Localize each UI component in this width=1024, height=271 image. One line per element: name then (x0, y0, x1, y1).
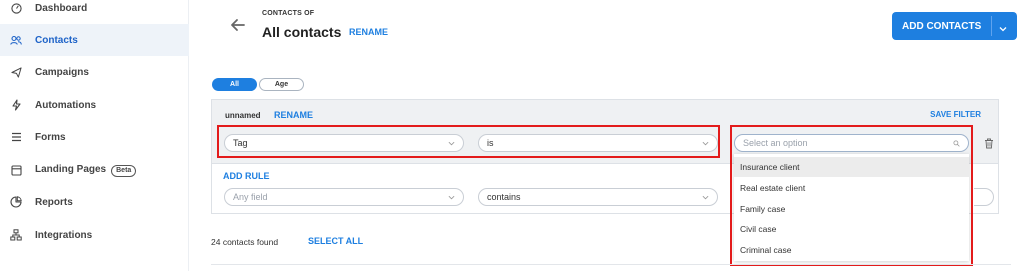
sidebar-item-label: Automations (35, 99, 97, 111)
sidebar-item-forms[interactable]: Forms (0, 121, 189, 153)
beta-badge: Beta (111, 164, 137, 177)
rename-filter-button[interactable]: RENAME (274, 110, 313, 120)
sidebar-item-label: Forms (35, 131, 66, 143)
button-divider (991, 16, 992, 36)
reports-icon (10, 196, 22, 208)
filter-name: unnamed (225, 111, 261, 120)
dashboard-icon (10, 2, 22, 14)
rule2-operator-select[interactable]: contains (478, 188, 718, 206)
chevron-down-icon[interactable] (998, 21, 1008, 32)
sidebar-item-label: Dashboard (35, 2, 88, 14)
automation-icon (10, 99, 22, 111)
add-contacts-label: ADD CONTACTS (902, 20, 982, 32)
chevron-down-icon (448, 195, 455, 200)
landing-page-icon (10, 164, 22, 176)
rule2-operator-value: contains (487, 192, 521, 202)
segment-all[interactable]: All (212, 78, 257, 91)
contacts-count: 24 contacts found (211, 237, 279, 247)
main-content: CONTACTS OF All contacts RENAME ADD CONT… (190, 0, 1024, 271)
save-filter-button[interactable]: SAVE FILTER (930, 110, 981, 119)
sidebar-item-label: Integrations (35, 229, 93, 241)
contacts-icon (10, 34, 22, 46)
sidebar-item-label: Contacts (35, 34, 78, 46)
forms-icon (10, 131, 22, 143)
highlight-rule-fields (217, 125, 720, 158)
send-icon (10, 66, 22, 78)
sidebar-item-campaigns[interactable]: Campaigns (0, 56, 189, 88)
highlight-value-dropdown (730, 125, 973, 266)
back-arrow-icon[interactable] (228, 15, 248, 35)
sidebar-item-label: Campaigns (35, 66, 89, 78)
sidebar-item-contacts[interactable]: Contacts (0, 24, 189, 56)
rule2-field-placeholder: Any field (233, 192, 268, 202)
sidebar-item-landing-pages[interactable]: Landing Pages Beta (0, 154, 189, 186)
rule2-value-input[interactable] (974, 188, 994, 206)
chevron-down-icon (702, 195, 709, 200)
trash-icon[interactable] (984, 136, 994, 149)
sidebar-item-label: Landing Pages Beta (35, 164, 137, 177)
add-rule-button[interactable]: ADD RULE (223, 171, 270, 181)
rename-list-button[interactable]: RENAME (349, 27, 388, 37)
sidebar-item-integrations[interactable]: Integrations (0, 219, 189, 251)
divider (211, 264, 1011, 265)
segment-age[interactable]: Age (259, 78, 304, 91)
add-contacts-button[interactable]: ADD CONTACTS (892, 12, 1017, 40)
sidebar-item-automations[interactable]: Automations (0, 89, 189, 121)
page-title: All contacts (262, 24, 342, 40)
page-eyebrow: CONTACTS OF (262, 10, 315, 17)
sidebar: Dashboard Contacts Campaigns Automations… (0, 0, 189, 271)
rule2-field-select[interactable]: Any field (224, 188, 464, 206)
integrations-icon (10, 229, 22, 241)
select-all-button[interactable]: SELECT ALL (308, 236, 363, 246)
sidebar-item-dashboard[interactable]: Dashboard (0, 0, 189, 24)
sidebar-item-reports[interactable]: Reports (0, 186, 189, 218)
sidebar-item-label: Reports (35, 196, 73, 208)
